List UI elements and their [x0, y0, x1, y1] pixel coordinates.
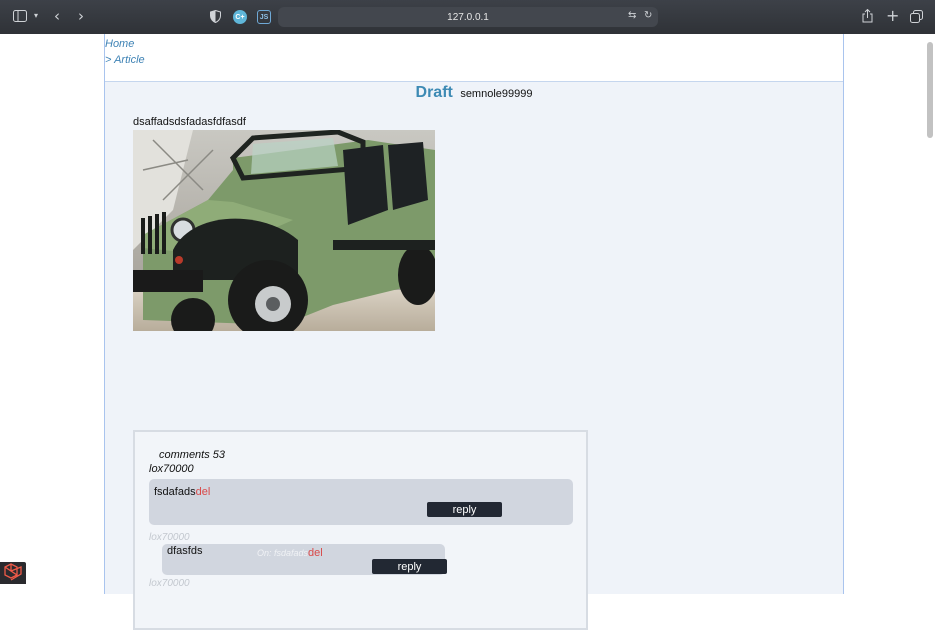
breadcrumb-article-link[interactable]: > Article — [105, 53, 843, 69]
comments-panel: comments 53 lox70000 fsdafadsdel reply l… — [133, 430, 588, 630]
article-status-title: Draft — [415, 84, 453, 101]
forward-icon[interactable]: › — [78, 9, 84, 24]
tabs-overview-icon[interactable] — [910, 10, 923, 26]
article-body: dsaffadsdsfadasfdfasdf — [133, 116, 246, 128]
browser-toolbar: ▾ ‹ › C+ JS 127.0.0.1 ⇆ ↻ + — [0, 0, 935, 34]
article-author: semnole99999 — [460, 88, 533, 100]
chevron-down-icon[interactable]: ▾ — [34, 12, 38, 20]
comment-text: fsdafads — [154, 486, 196, 498]
reply-button[interactable]: reply — [372, 559, 447, 574]
content-container: Home > Article Draft semnole99999 dsaffa… — [104, 34, 844, 630]
js-extension-icon[interactable]: JS — [257, 10, 271, 24]
comment-reply-item: dfasfds On: fsdafadsdel reply — [162, 544, 447, 575]
delete-comment-link[interactable]: del — [308, 547, 323, 559]
breadcrumb-home-link[interactable]: Home — [105, 37, 843, 53]
back-icon[interactable]: ‹ — [54, 9, 60, 24]
comment-author: lox70000 — [149, 463, 194, 475]
breadcrumb: Home > Article — [105, 34, 843, 82]
share-icon[interactable] — [862, 8, 873, 26]
comment-text: dfasfds — [167, 545, 203, 557]
framework-logo-icon[interactable] — [0, 562, 26, 584]
scrollbar-thumb[interactable] — [927, 42, 933, 138]
web-page: Home > Article Draft semnole99999 dsaffa… — [0, 34, 935, 630]
extension-icon[interactable]: C+ — [233, 10, 247, 24]
url-text: 127.0.0.1 — [447, 11, 489, 23]
plus-icon[interactable]: + — [886, 8, 899, 24]
reply-button[interactable]: reply — [427, 502, 502, 517]
article-header: Draft semnole99999 — [105, 84, 843, 102]
shield-icon[interactable] — [210, 9, 221, 26]
sidebar-icon[interactable] — [13, 10, 27, 25]
comment-author: lox70000 — [149, 532, 190, 543]
address-bar[interactable]: 127.0.0.1 — [278, 7, 658, 27]
reload-icon[interactable]: ↻ — [644, 11, 652, 21]
translate-icon[interactable]: ⇆ — [628, 11, 636, 21]
article-image — [133, 130, 435, 331]
reply-parent-label: On: fsdafads — [257, 548, 309, 558]
delete-comment-link[interactable]: del — [196, 486, 211, 498]
comment-item: fsdafadsdel reply — [149, 479, 573, 525]
article-main: Draft semnole99999 dsaffadsdsfadasfdfasd… — [105, 82, 843, 630]
comments-count: comments 53 — [159, 449, 226, 461]
